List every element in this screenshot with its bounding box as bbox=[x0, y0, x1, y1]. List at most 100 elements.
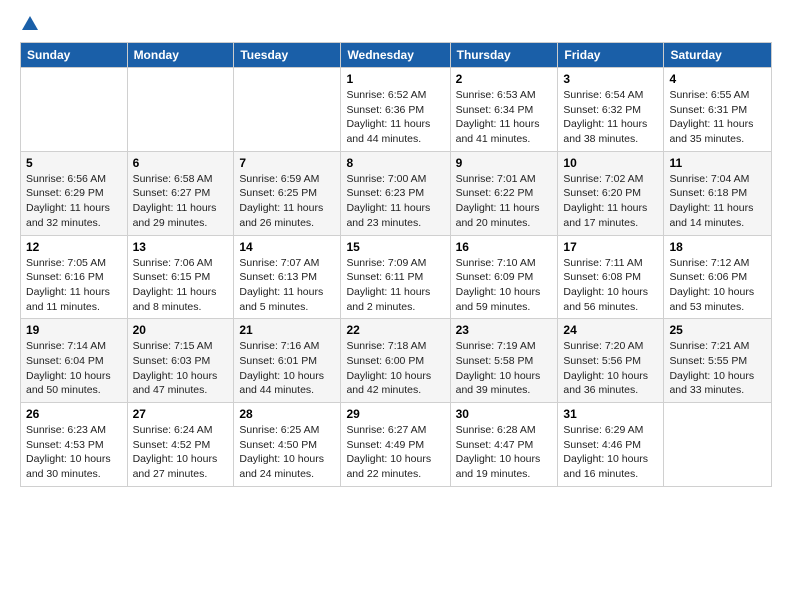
day-number: 25 bbox=[669, 323, 766, 337]
day-info: Sunrise: 6:24 AM Sunset: 4:52 PM Dayligh… bbox=[133, 423, 229, 482]
calendar-day-30: 30 Sunrise: 6:28 AM Sunset: 4:47 PM Dayli… bbox=[450, 403, 558, 487]
calendar-day-15: 15 Sunrise: 7:09 AM Sunset: 6:11 PM Dayli… bbox=[341, 235, 450, 319]
calendar-empty-cell bbox=[21, 68, 128, 152]
day-info: Sunrise: 7:00 AM Sunset: 6:23 PM Dayligh… bbox=[346, 172, 444, 231]
day-info: Sunrise: 6:55 AM Sunset: 6:31 PM Dayligh… bbox=[669, 88, 766, 147]
calendar-day-6: 6Sunrise: 6:58 AM Sunset: 6:27 PM Daylig… bbox=[127, 151, 234, 235]
day-info: Sunrise: 6:25 AM Sunset: 4:50 PM Dayligh… bbox=[239, 423, 335, 482]
day-info: Sunrise: 6:59 AM Sunset: 6:25 PM Dayligh… bbox=[239, 172, 335, 231]
day-info: Sunrise: 6:58 AM Sunset: 6:27 PM Dayligh… bbox=[133, 172, 229, 231]
calendar-day-24: 24 Sunrise: 7:20 AM Sunset: 5:56 PM Dayli… bbox=[558, 319, 664, 403]
calendar-day-4: 4Sunrise: 6:55 AM Sunset: 6:31 PM Daylig… bbox=[664, 68, 772, 152]
calendar-day-19: 19 Sunrise: 7:14 AM Sunset: 6:04 PM Dayli… bbox=[21, 319, 128, 403]
day-info: Sunrise: 7:11 AM Sunset: 6:08 PM Dayligh… bbox=[563, 256, 658, 315]
weekday-header-sunday: Sunday bbox=[21, 43, 128, 68]
day-info: Sunrise: 7:19 AM Sunset: 5:58 PM Dayligh… bbox=[456, 339, 553, 398]
day-number: 21 bbox=[239, 323, 335, 337]
calendar-day-25: 25 Sunrise: 7:21 AM Sunset: 5:55 PM Dayli… bbox=[664, 319, 772, 403]
logo-triangle-icon bbox=[22, 16, 38, 30]
day-info: Sunrise: 7:16 AM Sunset: 6:01 PM Dayligh… bbox=[239, 339, 335, 398]
day-number: 30 bbox=[456, 407, 553, 421]
calendar-day-29: 29 Sunrise: 6:27 AM Sunset: 4:49 PM Dayli… bbox=[341, 403, 450, 487]
day-info: Sunrise: 6:29 AM Sunset: 4:46 PM Dayligh… bbox=[563, 423, 658, 482]
day-number: 17 bbox=[563, 240, 658, 254]
day-number: 23 bbox=[456, 323, 553, 337]
day-info: Sunrise: 7:10 AM Sunset: 6:09 PM Dayligh… bbox=[456, 256, 553, 315]
calendar-day-17: 17 Sunrise: 7:11 AM Sunset: 6:08 PM Dayli… bbox=[558, 235, 664, 319]
day-number: 10 bbox=[563, 156, 658, 170]
weekday-header-tuesday: Tuesday bbox=[234, 43, 341, 68]
calendar-day-20: 20 Sunrise: 7:15 AM Sunset: 6:03 PM Dayli… bbox=[127, 319, 234, 403]
day-number: 26 bbox=[26, 407, 122, 421]
calendar-day-11: 11 Sunrise: 7:04 AM Sunset: 6:18 PM Dayli… bbox=[664, 151, 772, 235]
calendar-day-27: 27 Sunrise: 6:24 AM Sunset: 4:52 PM Dayli… bbox=[127, 403, 234, 487]
day-info: Sunrise: 7:15 AM Sunset: 6:03 PM Dayligh… bbox=[133, 339, 229, 398]
calendar-day-5: 5 Sunrise: 6:56 AM Sunset: 6:29 PM Daylig… bbox=[21, 151, 128, 235]
calendar-day-7: 7 Sunrise: 6:59 AM Sunset: 6:25 PM Daylig… bbox=[234, 151, 341, 235]
day-number: 1 bbox=[346, 72, 444, 86]
day-number: 5 bbox=[26, 156, 122, 170]
page: SundayMondayTuesdayWednesdayThursdayFrid… bbox=[0, 0, 792, 612]
calendar-empty-cell bbox=[664, 403, 772, 487]
day-info: Sunrise: 7:09 AM Sunset: 6:11 PM Dayligh… bbox=[346, 256, 444, 315]
day-number: 22 bbox=[346, 323, 444, 337]
calendar-day-31: 31 Sunrise: 6:29 AM Sunset: 4:46 PM Dayli… bbox=[558, 403, 664, 487]
calendar-day-12: 12 Sunrise: 7:05 AM Sunset: 6:16 PM Dayli… bbox=[21, 235, 128, 319]
day-info: Sunrise: 7:21 AM Sunset: 5:55 PM Dayligh… bbox=[669, 339, 766, 398]
day-number: 20 bbox=[133, 323, 229, 337]
calendar-day-26: 26 Sunrise: 6:23 AM Sunset: 4:53 PM Dayli… bbox=[21, 403, 128, 487]
day-info: Sunrise: 7:02 AM Sunset: 6:20 PM Dayligh… bbox=[563, 172, 658, 231]
calendar-day-23: 23 Sunrise: 7:19 AM Sunset: 5:58 PM Dayli… bbox=[450, 319, 558, 403]
calendar-week-row: 19 Sunrise: 7:14 AM Sunset: 6:04 PM Dayli… bbox=[21, 319, 772, 403]
calendar-table: SundayMondayTuesdayWednesdayThursdayFrid… bbox=[20, 42, 772, 487]
day-info: Sunrise: 7:04 AM Sunset: 6:18 PM Dayligh… bbox=[669, 172, 766, 231]
header bbox=[20, 16, 772, 32]
day-number: 31 bbox=[563, 407, 658, 421]
calendar-day-8: 8 Sunrise: 7:00 AM Sunset: 6:23 PM Daylig… bbox=[341, 151, 450, 235]
calendar-week-row: 26 Sunrise: 6:23 AM Sunset: 4:53 PM Dayli… bbox=[21, 403, 772, 487]
day-number: 28 bbox=[239, 407, 335, 421]
day-info: Sunrise: 7:14 AM Sunset: 6:04 PM Dayligh… bbox=[26, 339, 122, 398]
day-info: Sunrise: 6:28 AM Sunset: 4:47 PM Dayligh… bbox=[456, 423, 553, 482]
day-number: 11 bbox=[669, 156, 766, 170]
weekday-header-monday: Monday bbox=[127, 43, 234, 68]
calendar-day-22: 22Sunrise: 7:18 AM Sunset: 6:00 PM Dayli… bbox=[341, 319, 450, 403]
day-info: Sunrise: 6:27 AM Sunset: 4:49 PM Dayligh… bbox=[346, 423, 444, 482]
day-number: 7 bbox=[239, 156, 335, 170]
day-number: 8 bbox=[346, 156, 444, 170]
day-info: Sunrise: 6:23 AM Sunset: 4:53 PM Dayligh… bbox=[26, 423, 122, 482]
day-number: 13 bbox=[133, 240, 229, 254]
calendar-week-row: 12 Sunrise: 7:05 AM Sunset: 6:16 PM Dayli… bbox=[21, 235, 772, 319]
day-info: Sunrise: 7:05 AM Sunset: 6:16 PM Dayligh… bbox=[26, 256, 122, 315]
day-info: Sunrise: 6:52 AM Sunset: 6:36 PM Dayligh… bbox=[346, 88, 444, 147]
day-number: 15 bbox=[346, 240, 444, 254]
calendar-day-18: 18 Sunrise: 7:12 AM Sunset: 6:06 PM Dayli… bbox=[664, 235, 772, 319]
weekday-header-friday: Friday bbox=[558, 43, 664, 68]
calendar-week-row: 5 Sunrise: 6:56 AM Sunset: 6:29 PM Daylig… bbox=[21, 151, 772, 235]
calendar-empty-cell bbox=[234, 68, 341, 152]
day-number: 9 bbox=[456, 156, 553, 170]
calendar-day-13: 13 Sunrise: 7:06 AM Sunset: 6:15 PM Dayli… bbox=[127, 235, 234, 319]
calendar-day-16: 16 Sunrise: 7:10 AM Sunset: 6:09 PM Dayli… bbox=[450, 235, 558, 319]
day-info: Sunrise: 7:01 AM Sunset: 6:22 PM Dayligh… bbox=[456, 172, 553, 231]
day-number: 18 bbox=[669, 240, 766, 254]
calendar-day-10: 10 Sunrise: 7:02 AM Sunset: 6:20 PM Dayli… bbox=[558, 151, 664, 235]
day-number: 27 bbox=[133, 407, 229, 421]
day-number: 29 bbox=[346, 407, 444, 421]
day-number: 16 bbox=[456, 240, 553, 254]
day-info: Sunrise: 7:07 AM Sunset: 6:13 PM Dayligh… bbox=[239, 256, 335, 315]
day-info: Sunrise: 7:20 AM Sunset: 5:56 PM Dayligh… bbox=[563, 339, 658, 398]
weekday-header-thursday: Thursday bbox=[450, 43, 558, 68]
calendar-day-21: 21 Sunrise: 7:16 AM Sunset: 6:01 PM Dayli… bbox=[234, 319, 341, 403]
day-info: Sunrise: 6:56 AM Sunset: 6:29 PM Dayligh… bbox=[26, 172, 122, 231]
day-info: Sunrise: 7:12 AM Sunset: 6:06 PM Dayligh… bbox=[669, 256, 766, 315]
day-number: 3 bbox=[563, 72, 658, 86]
calendar-day-2: 2 Sunrise: 6:53 AM Sunset: 6:34 PM Daylig… bbox=[450, 68, 558, 152]
day-number: 24 bbox=[563, 323, 658, 337]
calendar-day-9: 9 Sunrise: 7:01 AM Sunset: 6:22 PM Daylig… bbox=[450, 151, 558, 235]
day-number: 12 bbox=[26, 240, 122, 254]
day-number: 19 bbox=[26, 323, 122, 337]
day-info: Sunrise: 6:53 AM Sunset: 6:34 PM Dayligh… bbox=[456, 88, 553, 147]
day-info: Sunrise: 7:06 AM Sunset: 6:15 PM Dayligh… bbox=[133, 256, 229, 315]
day-number: 2 bbox=[456, 72, 553, 86]
